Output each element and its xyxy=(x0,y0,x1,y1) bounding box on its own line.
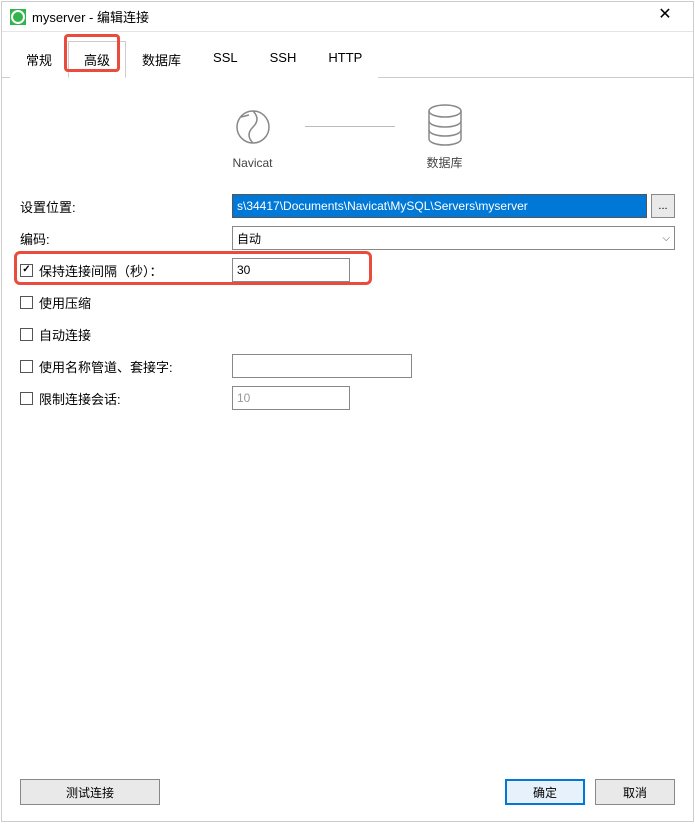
tab-ssl[interactable]: SSL xyxy=(197,41,254,78)
dialog-window: myserver - 编辑连接 ✕ 常规 高级 数据库 SSL SSH HTTP… xyxy=(1,1,694,822)
connection-diagram: Navicat 数据库 xyxy=(20,90,675,177)
cancel-button[interactable]: 取消 xyxy=(595,779,675,805)
chevron-down-icon: ⌵ xyxy=(662,233,670,244)
namedpipe-label: 使用名称管道、套接字: xyxy=(39,357,173,376)
row-encoding: 编码: 自动 ⌵ xyxy=(20,223,675,253)
ok-button[interactable]: 确定 xyxy=(505,779,585,805)
limit-sessions-label: 限制连接会话: xyxy=(39,389,121,408)
dialog-footer: 测试连接 确定 取消 xyxy=(2,769,693,821)
row-limit-sessions: 限制连接会话: xyxy=(20,383,675,413)
app-icon xyxy=(10,9,26,25)
tab-general[interactable]: 常规 xyxy=(10,41,68,78)
tab-content: Navicat 数据库 设置位置: ... xyxy=(2,78,693,769)
diagram-database-label: 数据库 xyxy=(425,154,465,171)
autoconnect-checkbox[interactable] xyxy=(20,328,33,341)
test-connection-button[interactable]: 测试连接 xyxy=(20,779,160,805)
diagram-connector-line xyxy=(305,126,395,127)
row-keepalive: 保持连接间隔（秒）： xyxy=(20,255,675,285)
titlebar: myserver - 编辑连接 ✕ xyxy=(2,2,693,32)
row-autoconnect: 自动连接 xyxy=(20,319,675,349)
namedpipe-checkbox[interactable] xyxy=(20,360,33,373)
tab-database[interactable]: 数据库 xyxy=(126,41,197,78)
tab-advanced[interactable]: 高级 xyxy=(68,41,126,78)
keepalive-input[interactable] xyxy=(232,258,350,282)
keepalive-checkbox[interactable] xyxy=(20,264,33,277)
settings-form: 设置位置: ... 编码: 自动 ⌵ 保持连接间隔（秒）： xyxy=(20,191,675,415)
row-compression: 使用压缩 xyxy=(20,287,675,317)
window-title: myserver - 编辑连接 xyxy=(32,7,645,26)
database-icon xyxy=(425,103,465,147)
tab-bar: 常规 高级 数据库 SSL SSH HTTP xyxy=(2,32,693,78)
navicat-icon xyxy=(231,105,275,149)
diagram-navicat-label: Navicat xyxy=(231,156,275,170)
diagram-navicat: Navicat xyxy=(231,102,275,170)
compression-label: 使用压缩 xyxy=(39,293,91,312)
row-namedpipe: 使用名称管道、套接字: xyxy=(20,351,675,381)
limit-sessions-input[interactable] xyxy=(232,386,350,410)
encoding-label: 编码: xyxy=(20,229,232,248)
keepalive-label: 保持连接间隔（秒）： xyxy=(39,261,163,280)
namedpipe-input[interactable] xyxy=(232,354,412,378)
close-button[interactable]: ✕ xyxy=(645,3,685,31)
autoconnect-label: 自动连接 xyxy=(39,325,91,344)
encoding-value: 自动 xyxy=(237,230,261,247)
browse-button[interactable]: ... xyxy=(651,194,675,218)
tab-http[interactable]: HTTP xyxy=(312,41,378,78)
location-label: 设置位置: xyxy=(20,197,232,216)
location-input[interactable] xyxy=(232,194,647,218)
limit-sessions-checkbox[interactable] xyxy=(20,392,33,405)
diagram-database: 数据库 xyxy=(425,100,465,171)
compression-checkbox[interactable] xyxy=(20,296,33,309)
tab-ssh[interactable]: SSH xyxy=(254,41,313,78)
row-location: 设置位置: ... xyxy=(20,191,675,221)
encoding-select[interactable]: 自动 ⌵ xyxy=(232,226,675,250)
